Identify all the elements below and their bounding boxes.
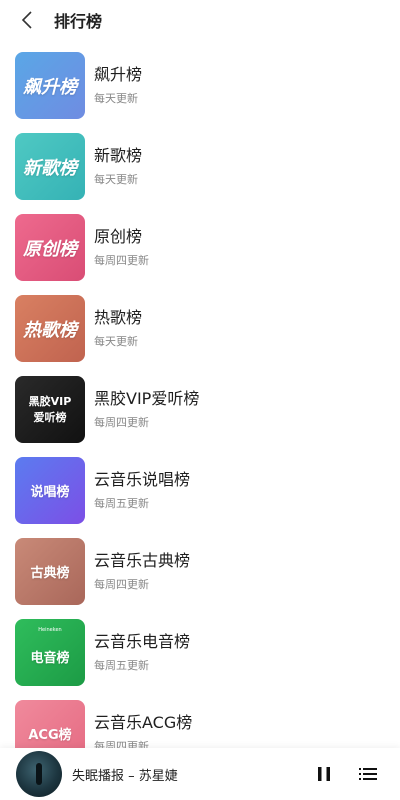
chart-title: 云音乐说唱榜 [94, 470, 191, 489]
list-item[interactable]: 原创榜 原创榜 每周四更新 [0, 214, 400, 295]
update-frequency: 每周四更新 [94, 416, 149, 429]
chart-cover: 说唱榜 [15, 457, 85, 524]
cover-label: 黑胶VIP 爱听榜 [28, 394, 72, 424]
chart-title: 云音乐电音榜 [94, 632, 191, 651]
update-frequency: 每天更新 [94, 335, 138, 348]
chart-cover: 新歌榜 [15, 133, 85, 200]
chart-title: 热歌榜 [94, 308, 143, 327]
playlist-button[interactable] [356, 762, 380, 786]
mini-player[interactable]: 失眠播报 – 苏星婕 [0, 748, 400, 800]
sponsor-logo: Heineken [38, 627, 62, 633]
cover-label: 原创榜 [23, 238, 77, 260]
update-frequency: 每天更新 [94, 173, 138, 186]
chart-title: 云音乐古典榜 [94, 551, 191, 570]
chart-title: 飙升榜 [94, 65, 143, 84]
list-item[interactable]: 飙升榜 飙升榜 每天更新 [0, 52, 400, 133]
back-button[interactable] [12, 0, 42, 40]
now-playing-cover[interactable] [16, 751, 62, 797]
chart-cover: 黑胶VIP 爱听榜 [15, 376, 85, 443]
cover-label: 热歌榜 [23, 319, 77, 341]
top-bar: 排行榜 [0, 0, 400, 40]
chevron-left-icon [21, 11, 32, 29]
cover-label: 新歌榜 [23, 157, 77, 179]
cover-label: 说唱榜 [30, 485, 70, 500]
chart-title: 原创榜 [94, 227, 143, 246]
cover-label: ACG榜 [28, 728, 72, 743]
chart-cover: 热歌榜 [15, 295, 85, 362]
cover-label: 飙升榜 [23, 76, 77, 98]
update-frequency: 每周四更新 [94, 254, 149, 267]
chart-list: 飙升榜 飙升榜 每天更新 新歌榜 新歌榜 每天更新 原创榜 原创榜 每周四更新 … [0, 52, 400, 781]
chart-cover: Heineken 电音榜 [15, 619, 85, 686]
update-frequency: 每周五更新 [94, 497, 149, 510]
pause-button[interactable] [312, 762, 336, 786]
playlist-icon [359, 768, 377, 780]
list-item[interactable]: 黑胶VIP 爱听榜 黑胶VIP爱听榜 每周四更新 [0, 376, 400, 457]
list-item[interactable]: 说唱榜 云音乐说唱榜 每周五更新 [0, 457, 400, 538]
chart-cover: 古典榜 [15, 538, 85, 605]
pause-icon [318, 767, 330, 781]
cover-label: 电音榜 [30, 651, 70, 666]
chart-title: 黑胶VIP爱听榜 [94, 389, 200, 408]
update-frequency: 每周五更新 [94, 659, 149, 672]
chart-title: 云音乐ACG榜 [94, 713, 193, 732]
chart-title: 新歌榜 [94, 146, 143, 165]
list-item[interactable]: Heineken 电音榜 云音乐电音榜 每周五更新 [0, 619, 400, 700]
cover-label: 古典榜 [30, 566, 70, 581]
chart-cover: 原创榜 [15, 214, 85, 281]
list-item[interactable]: 新歌榜 新歌榜 每天更新 [0, 133, 400, 214]
now-playing-title[interactable]: 失眠播报 – 苏星婕 [72, 765, 312, 784]
list-item[interactable]: 古典榜 云音乐古典榜 每周四更新 [0, 538, 400, 619]
list-item[interactable]: 热歌榜 热歌榜 每天更新 [0, 295, 400, 376]
page-title: 排行榜 [54, 12, 103, 31]
chart-cover: 飙升榜 [15, 52, 85, 119]
update-frequency: 每天更新 [94, 92, 138, 105]
update-frequency: 每周四更新 [94, 578, 149, 591]
